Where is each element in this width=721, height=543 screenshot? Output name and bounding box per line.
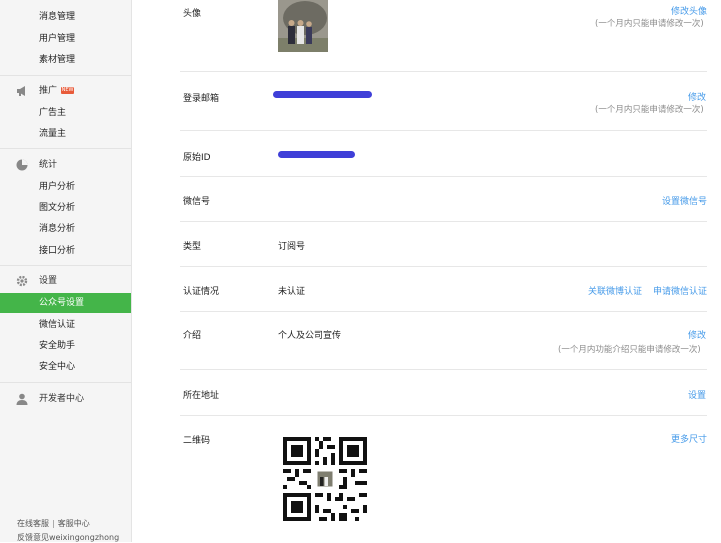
email-label: 登录邮箱 <box>183 94 220 104</box>
verification-value: 未认证 <box>278 287 306 297</box>
sidebar-footer-links: 在线客服 | 客服中心 <box>17 518 90 529</box>
new-badge: NEW <box>61 87 75 94</box>
sidebar-item-wechat-verification[interactable]: 微信认证 <box>0 315 131 335</box>
original-id-redaction <box>278 151 355 158</box>
sidebar-item-advertiser[interactable]: 广告主 <box>0 103 131 123</box>
row-divider <box>180 221 707 222</box>
pie-chart-icon <box>16 159 28 171</box>
avatar-label: 头像 <box>183 9 202 19</box>
avatar-photo <box>278 0 328 52</box>
sidebar-divider <box>0 148 131 149</box>
apply-wechat-verification-link[interactable]: 申请微信认证 <box>653 284 707 297</box>
location-label: 所在地址 <box>183 391 220 401</box>
set-wechat-id-link[interactable]: 设置微信号 <box>662 194 707 207</box>
sidebar-divider <box>0 265 131 266</box>
sidebar-item-publisher[interactable]: 流量主 <box>0 124 131 144</box>
qrcode-label: 二维码 <box>183 436 211 446</box>
intro-value: 个人及公司宣传 <box>278 331 342 341</box>
email-hint: (一个月内只能申请修改一次) <box>595 105 704 115</box>
sidebar-group-promotion: 推广 NEW <box>0 81 131 101</box>
person-icon <box>16 393 28 405</box>
type-label: 类型 <box>183 242 202 252</box>
sidebar-item-user-analysis[interactable]: 用户分析 <box>0 177 131 197</box>
sidebar-item-materials[interactable]: 素材管理 <box>0 50 131 70</box>
footer-separator: | <box>52 519 55 528</box>
qr-code-image <box>283 437 367 521</box>
sidebar-group-stats: 统计 <box>0 155 131 175</box>
intro-hint: (一个月内功能介绍只能申请修改一次) <box>558 345 701 355</box>
row-divider <box>180 415 707 416</box>
row-divider <box>180 130 707 131</box>
sidebar-divider <box>0 75 131 76</box>
type-value: 订阅号 <box>278 242 306 252</box>
row-divider <box>180 369 707 370</box>
sidebar-item-message-analysis[interactable]: 消息分析 <box>0 219 131 239</box>
wechat-id-label: 微信号 <box>183 197 211 207</box>
help-center-link[interactable]: 客服中心 <box>58 519 90 528</box>
email-redaction <box>273 91 372 98</box>
intro-label: 介绍 <box>183 331 202 341</box>
change-email-link[interactable]: 修改 <box>688 90 706 103</box>
gear-icon <box>16 275 28 287</box>
row-divider <box>180 71 707 72</box>
sidebar-item-security-center[interactable]: 安全中心 <box>0 357 131 377</box>
sidebar-group-settings: 设置 <box>0 271 131 291</box>
row-divider <box>180 311 707 312</box>
verification-label: 认证情况 <box>183 287 220 297</box>
sidebar-item-users[interactable]: 用户管理 <box>0 29 131 49</box>
feedback-note[interactable]: 反馈意见weixingongzhong <box>17 532 119 543</box>
sidebar-item-article-analysis[interactable]: 图文分析 <box>0 198 131 218</box>
sidebar: 消息管理 用户管理 素材管理 推广 NEW 广告主 流量主 统计 用户分析 图文分… <box>0 0 132 542</box>
online-support-link[interactable]: 在线客服 <box>17 519 49 528</box>
more-sizes-link[interactable]: 更多尺寸 <box>671 432 707 445</box>
sidebar-divider <box>0 382 131 383</box>
weibo-verification-link[interactable]: 关联微博认证 <box>588 284 642 297</box>
avatar-image <box>278 0 328 52</box>
original-id-label: 原始ID <box>183 153 211 163</box>
row-divider <box>180 176 707 177</box>
set-location-link[interactable]: 设置 <box>688 388 706 401</box>
sidebar-item-messages[interactable]: 消息管理 <box>0 7 131 27</box>
change-intro-link[interactable]: 修改 <box>688 328 706 341</box>
sidebar-item-security-assistant[interactable]: 安全助手 <box>0 336 131 356</box>
sidebar-item-api-analysis[interactable]: 接口分析 <box>0 241 131 261</box>
change-avatar-link[interactable]: 修改头像 <box>671 4 707 17</box>
avatar-hint: (一个月内只能申请修改一次) <box>595 19 704 29</box>
sidebar-item-developer-center[interactable]: 开发者中心 <box>0 389 131 409</box>
sidebar-item-account-settings[interactable]: 公众号设置 <box>0 293 131 313</box>
row-divider <box>180 266 707 267</box>
megaphone-icon <box>17 86 25 96</box>
